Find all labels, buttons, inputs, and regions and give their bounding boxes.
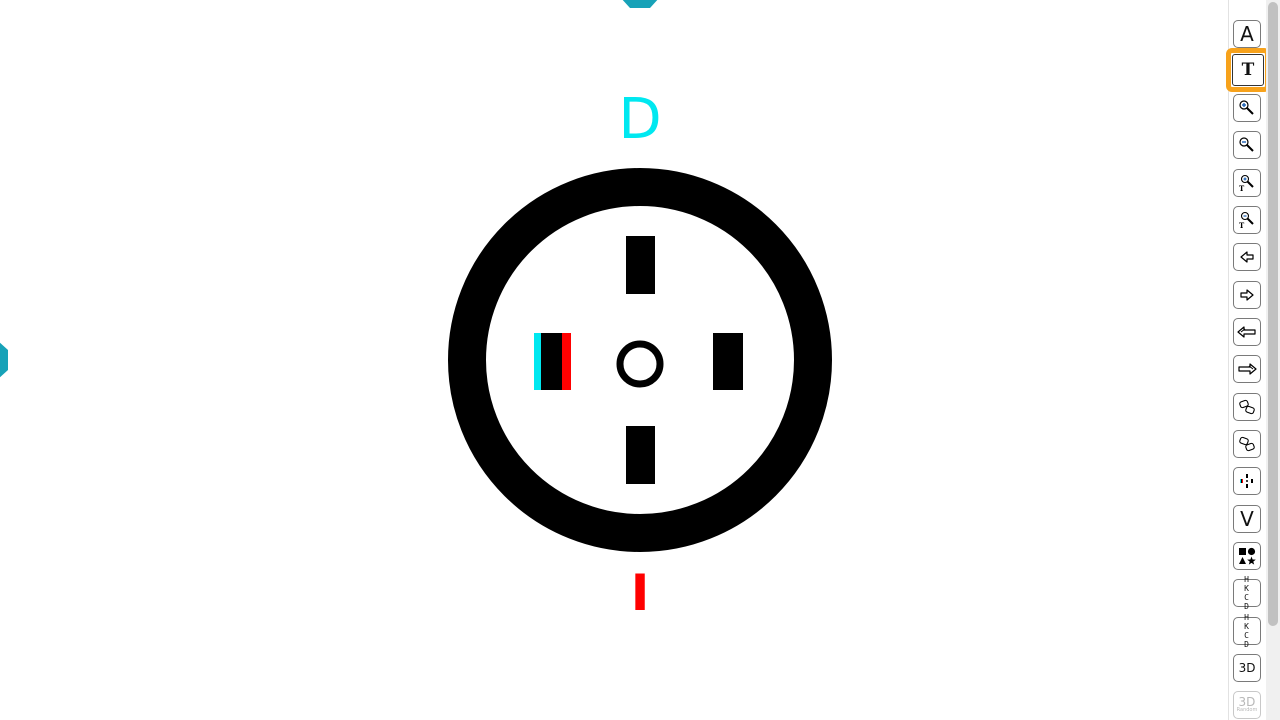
rotate-cw-button[interactable] xyxy=(1233,430,1261,458)
letter-v-icon: V xyxy=(1240,507,1254,531)
hkcd-label: H K C D xyxy=(1244,613,1250,649)
top-bar xyxy=(626,236,655,294)
shapes-icon xyxy=(1239,547,1256,565)
zoom-out-text-icon: T xyxy=(1239,211,1254,229)
letter-a-button[interactable]: A xyxy=(1233,20,1261,48)
zoom-in-icon xyxy=(1239,100,1254,115)
arrow-right-button[interactable] xyxy=(1233,281,1261,309)
rotate-ccw-icon xyxy=(1239,399,1255,415)
3d-random-sublabel: Random xyxy=(1236,707,1258,713)
hkcd-cursor-button[interactable]: H K C D xyxy=(1233,575,1261,611)
svg-text:T: T xyxy=(1239,221,1245,229)
svg-text:T: T xyxy=(1239,184,1245,192)
arrow-left-button[interactable] xyxy=(1233,243,1261,271)
3d-random-label: 3D xyxy=(1238,695,1256,709)
double-arrow-left-button[interactable] xyxy=(1233,318,1261,346)
hkcd-cursor-label: H K C D xyxy=(1244,575,1250,611)
hkcd-icon: H K C D xyxy=(1238,613,1256,649)
left-bar-black xyxy=(541,333,564,390)
double-arrow-right-icon xyxy=(1238,363,1257,375)
hkcd-cursor-icon: H K C D xyxy=(1238,575,1256,611)
letter-v-button[interactable]: V xyxy=(1233,505,1261,533)
zoom-in-text-icon: T xyxy=(1239,174,1254,192)
letter-t-button[interactable]: T xyxy=(1226,48,1270,92)
letter-bottom-i: I xyxy=(630,564,650,622)
double-arrow-left-icon xyxy=(1237,326,1256,338)
zoom-out-text-button[interactable]: T xyxy=(1233,206,1261,234)
3d-random-icon: 3D Random xyxy=(1236,695,1258,713)
letter-a-icon: A xyxy=(1240,22,1254,46)
rotate-cw-icon xyxy=(1239,436,1255,452)
hkcd-button[interactable]: H K C D xyxy=(1233,613,1261,649)
zoom-out-icon xyxy=(1239,137,1254,152)
letter-t-label: T xyxy=(1241,60,1255,80)
rotate-ccw-button[interactable] xyxy=(1233,393,1261,421)
3d-icon: 3D xyxy=(1238,661,1256,675)
center-ring xyxy=(616,340,664,388)
zoom-in-text-button[interactable]: T xyxy=(1233,169,1261,197)
3d-random-button[interactable]: 3D Random xyxy=(1233,691,1261,719)
right-bar xyxy=(713,333,743,390)
letter-t-icon: T xyxy=(1232,54,1264,86)
zoom-out-button[interactable] xyxy=(1233,131,1261,159)
left-bar-red xyxy=(562,333,571,390)
bottom-bar xyxy=(626,426,655,484)
3d-button[interactable]: 3D xyxy=(1233,654,1261,682)
scrollbar[interactable] xyxy=(1266,0,1280,720)
worth-dots-button[interactable] xyxy=(1233,467,1261,495)
arrow-left-icon xyxy=(1240,251,1254,263)
worth-four-dot-chart xyxy=(448,168,832,552)
zoom-in-button[interactable] xyxy=(1233,94,1261,122)
double-arrow-right-button[interactable] xyxy=(1233,355,1261,383)
scrollbar-thumb[interactable] xyxy=(1268,2,1278,626)
chart-stage: D I xyxy=(0,0,1228,720)
arrow-right-icon xyxy=(1240,289,1254,301)
shapes-button[interactable] xyxy=(1233,542,1261,570)
worth-dots-icon xyxy=(1240,474,1253,488)
